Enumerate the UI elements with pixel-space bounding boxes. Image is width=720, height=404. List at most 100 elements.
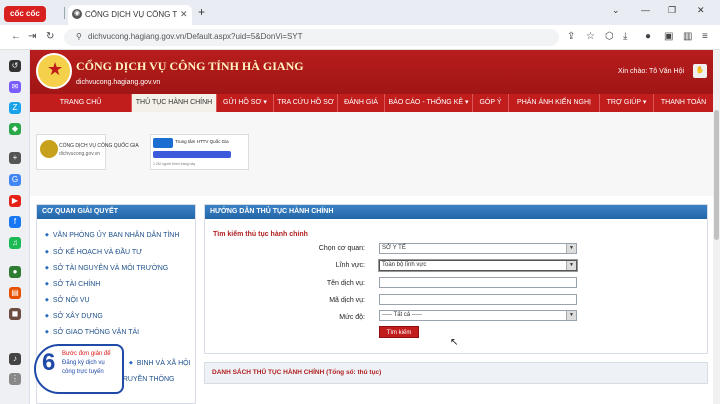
field-select[interactable]: Toàn bộ lĩnh vực ▼ <box>379 260 577 271</box>
service-name-label: Tên dịch vụ: <box>326 280 365 287</box>
history-icon[interactable]: ↺ <box>9 60 21 72</box>
agency-select-value: SỞ Y TẾ <box>382 245 406 251</box>
hotline-note: 1.2M người thích trang này <box>153 162 196 166</box>
site-title[interactable]: CỔNG DỊCH VỤ CÔNG TỈNH HÀ GIANG <box>76 59 304 74</box>
site-header: ★ CỔNG DỊCH VỤ CÔNG TỈNH HÀ GIANG dichvu… <box>30 50 713 94</box>
agency-link[interactable]: SỞ NỘI VỤ <box>45 297 90 304</box>
agency-panel-title: CƠ QUAN GIẢI QUYẾT <box>37 205 195 219</box>
extension-icon[interactable]: ⬡ <box>605 31 614 42</box>
nav-help[interactable]: TRỢ GIÚP ▾ <box>600 94 654 112</box>
field-select-label: Lĩnh vực: <box>335 262 365 269</box>
nav-submit-dossier[interactable]: GỬI HỒ SƠ ▾ <box>217 94 274 112</box>
agency-link[interactable]: BINH VÀ XÃ HỘI <box>129 360 191 367</box>
profile-icon[interactable]: ● <box>645 31 651 42</box>
browser-tab-bar: cốc cốc ◉ CỔNG DỊCH VỤ CÔNG TỈNH ✕ + ⌄ —… <box>0 0 720 25</box>
nav-home[interactable]: TRANG CHỦ <box>30 94 132 112</box>
level-select[interactable]: ----- Tất cả ----- ▼ <box>379 310 577 321</box>
chevron-down-icon[interactable]: ▼ <box>566 261 576 270</box>
site-domain: dichvucong.hagiang.gov.vn <box>76 79 161 86</box>
browser-sidebar: ↺ ✉ Z ◆ + G ▶ f ♫ ● ▤ ◼ ♪ ⋮ <box>0 50 30 404</box>
translate-icon[interactable]: G <box>9 174 21 186</box>
facebook-icon[interactable]: f <box>9 216 21 228</box>
forward-icon[interactable]: ⇥ <box>28 31 36 42</box>
app-icon[interactable]: ● <box>9 266 21 278</box>
hotline-banner[interactable]: Trung tâm HTTV Quốc Gia 1.2M người thích… <box>150 134 249 170</box>
more-icon[interactable]: ⋮ <box>9 373 21 385</box>
agency-link[interactable]: VĂN PHÒNG ỦY BAN NHÂN DÂN TỈNH <box>45 232 180 239</box>
reload-icon[interactable]: ↻ <box>46 31 54 42</box>
main-navigation: TRANG CHỦ THỦ TỤC HÀNH CHÍNH GỬI HỒ SƠ ▾… <box>30 94 713 112</box>
share-icon[interactable]: ⇪ <box>567 31 575 42</box>
service-name-input[interactable] <box>379 277 577 288</box>
shop-icon[interactable]: ▤ <box>9 287 21 299</box>
level-select-label: Mức độ: <box>339 314 365 321</box>
overlay-line: Đăng ký dịch vụ <box>62 360 105 366</box>
bookmark-icon[interactable]: ☆ <box>586 31 595 42</box>
sidebar-toggle-icon[interactable]: ▥ <box>683 31 692 42</box>
site-info-icon[interactable]: ⚲ <box>76 32 82 41</box>
back-icon[interactable]: ← <box>11 31 21 42</box>
procedure-list-title: DANH SÁCH THỦ TỤC HÀNH CHÍNH (Tổng số: t… <box>212 369 382 376</box>
youtube-icon[interactable]: ▶ <box>9 195 21 207</box>
scrollbar-thumb[interactable] <box>714 110 719 240</box>
search-button[interactable]: Tìm kiếm <box>379 326 419 338</box>
close-window-icon[interactable]: ✕ <box>697 5 705 16</box>
nav-payment[interactable]: THANH TOÁN <box>654 94 713 112</box>
wallet-icon[interactable]: ▣ <box>664 31 673 42</box>
notification-icon[interactable]: ♪ <box>9 353 21 365</box>
agency-link[interactable]: SỞ XÂY DỰNG <box>45 313 103 320</box>
browser-logo[interactable]: cốc cốc <box>4 6 46 22</box>
nav-complaints[interactable]: PHẢN ÁNH KIẾN NGHỊ <box>509 94 600 112</box>
agency-select[interactable]: SỞ Y TẾ ▼ <box>379 243 577 254</box>
mouse-cursor-icon: ↖ <box>450 337 459 348</box>
agency-select-label: Chọn cơ quan: <box>318 245 365 252</box>
procedure-list-panel: DANH SÁCH THỦ TỤC HÀNH CHÍNH (Tổng số: t… <box>204 362 708 384</box>
overlay-line: công trực tuyến <box>62 369 104 375</box>
add-icon[interactable]: + <box>9 152 21 164</box>
agency-link[interactable]: SỞ TÀI NGUYÊN VÀ MÔI TRƯỜNG <box>45 265 168 272</box>
minimize-icon[interactable]: — <box>641 5 650 15</box>
hotline-title: Trung tâm HTTV Quốc Gia <box>175 139 229 144</box>
browser-tab-active[interactable]: ◉ CỔNG DỊCH VỤ CÔNG TỈNH ✕ <box>68 5 192 25</box>
search-section-title: Tìm kiếm thủ tục hành chính <box>213 231 308 238</box>
field-select-value: Toàn bộ lĩnh vực <box>382 262 427 268</box>
download-icon[interactable]: ⤓ <box>623 31 627 42</box>
nav-lookup-dossier[interactable]: TRA CỨU HỒ SƠ <box>274 94 338 112</box>
game-icon[interactable]: ◆ <box>9 123 21 135</box>
level-select-value: ----- Tất cả ----- <box>382 312 422 318</box>
national-emblem-icon <box>40 140 58 158</box>
procedure-guide-panel: HƯỚNG DẪN THỦ TỤC HÀNH CHÍNH Tìm kiếm th… <box>204 204 708 354</box>
restore-icon[interactable]: ❐ <box>668 5 676 16</box>
menu-icon[interactable]: ≡ <box>702 31 708 42</box>
nav-evaluation[interactable]: ĐÁNH GIÁ <box>338 94 385 112</box>
spotify-icon[interactable]: ♫ <box>9 237 21 249</box>
globe-icon: ◉ <box>72 9 82 19</box>
tab-search-icon[interactable]: ⌄ <box>612 5 620 16</box>
tutorial-overlay: 6 Bước đơn giản để Đăng ký dịch vụ công … <box>34 344 124 394</box>
province-emblem-icon[interactable]: ★ <box>36 53 72 89</box>
tab-title: CỔNG DỊCH VỤ CÔNG TỈNH <box>85 10 177 19</box>
agency-link[interactable]: SỞ TÀI CHÍNH <box>45 281 101 288</box>
agency-link[interactable]: SỞ GIAO THÔNG VẬN TẢI <box>45 329 139 336</box>
nav-reports[interactable]: BÁO CÁO - THỐNG KÊ ▾ <box>385 94 473 112</box>
chevron-down-icon[interactable]: ▼ <box>566 244 576 253</box>
agency-link[interactable]: SỞ KẾ HOẠCH VÀ ĐẦU TƯ <box>45 249 142 256</box>
service-code-input[interactable] <box>379 294 577 305</box>
new-tab-button[interactable]: + <box>198 6 205 18</box>
overlay-line: Bước đơn giản để <box>62 351 111 357</box>
zalo-icon[interactable]: Z <box>9 102 21 114</box>
national-portal-banner[interactable]: CỔNG DỊCH VỤ CÔNG QUỐC GIA dichvucong.go… <box>36 134 139 170</box>
chevron-down-icon[interactable]: ▼ <box>566 311 576 320</box>
banner-row: CỔNG DỊCH VỤ CÔNG QUỐC GIA dichvucong.go… <box>30 112 713 196</box>
messenger-icon[interactable]: ✉ <box>9 81 21 93</box>
user-avatar-icon[interactable]: ✋ <box>693 64 707 78</box>
page-scrollbar[interactable] <box>713 50 720 404</box>
url-input[interactable]: ⚲ dichvucong.hagiang.gov.vn/Default.aspx… <box>64 29 559 46</box>
nav-procedures[interactable]: THỦ TỤC HÀNH CHÍNH <box>132 94 217 112</box>
like-page-button[interactable] <box>153 151 231 158</box>
address-toolbar: ← ⇥ ↻ ⚲ dichvucong.hagiang.gov.vn/Defaul… <box>0 25 720 50</box>
game2-icon[interactable]: ◼ <box>9 308 21 320</box>
national-portal-url: dichvucong.gov.vn <box>59 151 101 157</box>
nav-feedback[interactable]: GÓP Ý <box>473 94 509 112</box>
close-tab-icon[interactable]: ✕ <box>180 9 188 20</box>
